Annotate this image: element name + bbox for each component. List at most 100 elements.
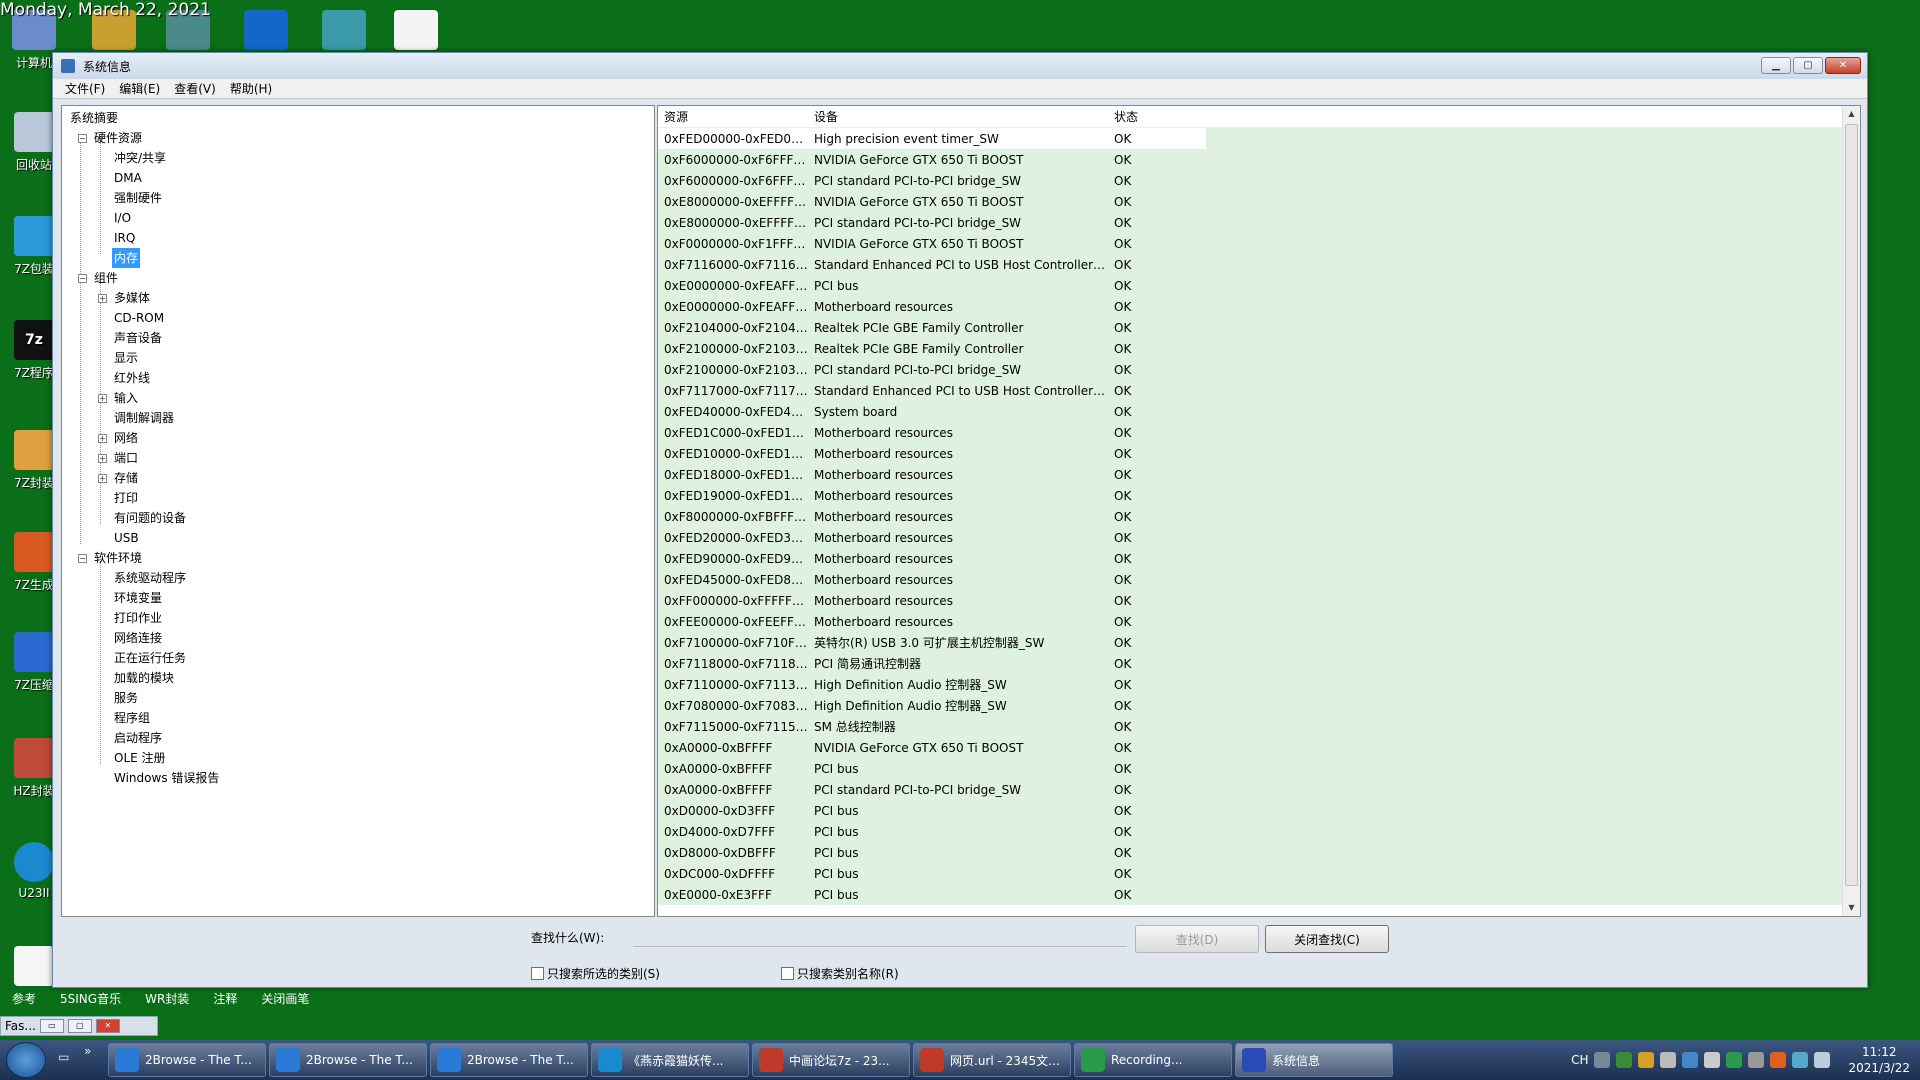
minimize-button[interactable]: ▁: [1761, 57, 1791, 74]
table-row[interactable]: 0xA0000-0xBFFFF PCI standard PCI-to-PCI b…: [658, 779, 1842, 800]
taskbar-button[interactable]: 2Browse - The T...: [430, 1043, 588, 1077]
table-row[interactable]: 0xF2100000-0xF2103FFF Realtek PCIe GBE Fa…: [658, 338, 1842, 359]
quick-launch-chevron-icon[interactable]: »: [84, 1044, 91, 1058]
checkbox-box[interactable]: [781, 967, 794, 980]
taskbar-button[interactable]: 中画论坛7z - 23...: [752, 1043, 910, 1077]
table-row[interactable]: 0xFED19000-0xFED19FFF Motherboard resourc…: [658, 485, 1842, 506]
table-row[interactable]: 0xF6000000-0xF6FFFFFF PCI standard PCI-to…: [658, 170, 1842, 191]
restore-icon[interactable]: ▭: [39, 1019, 64, 1033]
toolbar-item-wr-seal[interactable]: WR封装: [133, 988, 201, 1008]
title-bar[interactable]: 系统信息 ▁ ▢ ✕: [53, 53, 1867, 79]
taskbar-button[interactable]: 2Browse - The T...: [108, 1043, 266, 1077]
toolbar-item-annotate[interactable]: 注释: [201, 988, 249, 1008]
menu-help[interactable]: 帮助(H): [230, 80, 272, 97]
scroll-up-icon[interactable]: ▲: [1843, 106, 1860, 122]
expand-plus-icon[interactable]: +: [98, 474, 107, 483]
toolbar-item-5sing[interactable]: 5SING音乐: [48, 988, 133, 1008]
table-row[interactable]: 0xF7117000-0xF71173FF Standard Enhanced P…: [658, 380, 1842, 401]
table-row[interactable]: 0xA0000-0xBFFFF NVIDIA GeForce GTX 650 Ti…: [658, 737, 1842, 758]
category-tree-pane[interactable]: 系统摘要 − 硬件资源 冲突/共享 DMA 强制硬件 I/O IRQ 内存 − 组件 + 多媒体 CD-R…: [61, 105, 655, 917]
table-row[interactable]: 0xE0000000-0xFEAFFFFF Motherboard resourc…: [658, 296, 1842, 317]
taskbar-button[interactable]: 《燕赤霞猫妖传...: [591, 1043, 749, 1077]
vertical-scrollbar[interactable]: ▲ ▼: [1842, 106, 1860, 916]
taskbar-button[interactable]: 系统信息: [1235, 1043, 1393, 1077]
expand-plus-icon[interactable]: +: [98, 434, 107, 443]
table-row[interactable]: 0xFED10000-0xFED17FFF Motherboard resourc…: [658, 443, 1842, 464]
tray-cloud-icon[interactable]: [1792, 1052, 1809, 1068]
expand-plus-icon[interactable]: +: [98, 294, 107, 303]
collapse-minus-icon[interactable]: −: [78, 134, 87, 143]
table-row[interactable]: 0xA0000-0xBFFFF PCI bus OK: [658, 758, 1842, 779]
search-selected-category-checkbox[interactable]: 只搜索所选的类别(S): [531, 965, 660, 982]
table-row[interactable]: 0xF8000000-0xFBFFFFFF Motherboard resourc…: [658, 506, 1842, 527]
table-row[interactable]: 0xFED1C000-0xFED1FFFF Motherboard resourc…: [658, 422, 1842, 443]
column-header-device[interactable]: 设备: [808, 108, 1108, 125]
toolbar-item-close-pen[interactable]: 关闭画笔: [249, 988, 321, 1008]
maximize-button[interactable]: ▢: [1793, 57, 1823, 74]
table-row[interactable]: 0xE8000000-0xEFFFFFFF PCI standard PCI-to…: [658, 212, 1842, 233]
menu-file[interactable]: 文件(F): [65, 80, 105, 97]
tray-antivirus-icon[interactable]: [1726, 1052, 1743, 1068]
taskbar-button[interactable]: Recording...: [1074, 1043, 1232, 1077]
table-row[interactable]: 0xD4000-0xD7FFF PCI bus OK: [658, 821, 1842, 842]
table-row[interactable]: 0xFED18000-0xFED18FFF Motherboard resourc…: [658, 464, 1842, 485]
f-app-shortcut-icon[interactable]: [244, 10, 288, 50]
table-row[interactable]: 0xFED00000-0xFED003... High precision eve…: [658, 128, 1842, 149]
table-row[interactable]: 0xF6000000-0xF6FFFFFF NVIDIA GeForce GTX …: [658, 149, 1842, 170]
table-row[interactable]: 0xFED90000-0xFED93FFF Motherboard resourc…: [658, 548, 1842, 569]
table-row[interactable]: 0xFF000000-0xFFFFFFFF Motherboard resourc…: [658, 590, 1842, 611]
table-row[interactable]: 0xE0000-0xE3FFF PCI bus OK: [658, 884, 1842, 905]
search-category-names-checkbox[interactable]: 只搜索类别名称(R): [781, 965, 899, 982]
tray-shield-icon[interactable]: [1638, 1052, 1655, 1068]
collapse-minus-icon[interactable]: −: [78, 274, 87, 283]
expand-plus-icon[interactable]: +: [98, 394, 107, 403]
close-icon[interactable]: ✕: [95, 1019, 120, 1033]
table-row[interactable]: 0xF7110000-0xF7113FFF High Definition Aud…: [658, 674, 1842, 695]
table-row[interactable]: 0xE8000000-0xEFFFFFFF NVIDIA GeForce GTX …: [658, 191, 1842, 212]
tray-keyboard-icon[interactable]: [1594, 1052, 1611, 1068]
input-language-indicator[interactable]: CH: [1571, 1053, 1588, 1067]
table-row[interactable]: 0xFED20000-0xFED3FFFF Motherboard resourc…: [658, 527, 1842, 548]
book-shortcut-icon[interactable]: [322, 10, 366, 50]
column-header-status[interactable]: 状态: [1108, 108, 1168, 125]
table-row[interactable]: 0xF2104000-0xF2104FFF Realtek PCIe GBE Fa…: [658, 317, 1842, 338]
table-row[interactable]: 0xDC000-0xDFFFF PCI bus OK: [658, 863, 1842, 884]
table-row[interactable]: 0xE0000000-0xFEAFFFFF PCI bus OK: [658, 275, 1842, 296]
scroll-down-icon[interactable]: ▼: [1843, 900, 1860, 916]
expand-plus-icon[interactable]: +: [98, 454, 107, 463]
minimized-app-bar[interactable]: Fas... ▭ ▢ ✕: [0, 1016, 158, 1036]
tray-volume-icon[interactable]: [1814, 1052, 1831, 1068]
checkbox-box[interactable]: [531, 967, 544, 980]
maximize-icon[interactable]: ▢: [67, 1019, 92, 1033]
table-row[interactable]: 0xD8000-0xDBFFF PCI bus OK: [658, 842, 1842, 863]
table-row[interactable]: 0xFED40000-0xFED44FFF System board OK: [658, 401, 1842, 422]
table-row[interactable]: 0xD0000-0xD3FFF PCI bus OK: [658, 800, 1842, 821]
find-button[interactable]: 查找(D): [1135, 925, 1259, 953]
find-input[interactable]: [633, 925, 1127, 947]
tray-battery-icon[interactable]: [1704, 1052, 1721, 1068]
tray-clock[interactable]: 11:12 2021/3/22: [1848, 1044, 1910, 1076]
table-row[interactable]: 0xFEE00000-0xFEEFFFFF Motherboard resourc…: [658, 611, 1842, 632]
tray-network-icon[interactable]: [1616, 1052, 1633, 1068]
toolbar-item-reference[interactable]: 参考: [0, 988, 48, 1008]
table-row[interactable]: 0xF7115000-0xF71150FF SM 总线控制器 OK: [658, 716, 1842, 737]
tray-usb-icon[interactable]: [1682, 1052, 1699, 1068]
table-row[interactable]: 0xF7080000-0xF7083FFF High Definition Aud…: [658, 695, 1842, 716]
start-button[interactable]: [6, 1042, 46, 1078]
table-row[interactable]: 0xF7118000-0xF711800F PCI 简易通讯控制器 OK: [658, 653, 1842, 674]
taskbar-button[interactable]: 网页.url - 2345文...: [913, 1043, 1071, 1077]
table-row[interactable]: 0xF2100000-0xF2103FFF PCI standard PCI-to…: [658, 359, 1842, 380]
taskbar-button[interactable]: 2Browse - The T...: [269, 1043, 427, 1077]
column-header-resource[interactable]: 资源: [658, 108, 808, 125]
close-find-button[interactable]: 关闭查找(C): [1265, 925, 1389, 953]
table-row[interactable]: 0xF7116000-0xF71163FF Standard Enhanced P…: [658, 254, 1842, 275]
scrollbar-thumb[interactable]: [1845, 124, 1858, 886]
menu-edit[interactable]: 编辑(E): [119, 80, 160, 97]
collapse-minus-icon[interactable]: −: [78, 554, 87, 563]
tray-printer-icon[interactable]: [1660, 1052, 1677, 1068]
show-desktop-icon[interactable]: ▭: [58, 1050, 69, 1064]
document-shortcut-icon[interactable]: [394, 10, 438, 50]
tray-app-icon[interactable]: [1770, 1052, 1787, 1068]
close-button[interactable]: ✕: [1825, 57, 1861, 74]
table-row[interactable]: 0xFED45000-0xFED8FFFF Motherboard resourc…: [658, 569, 1842, 590]
